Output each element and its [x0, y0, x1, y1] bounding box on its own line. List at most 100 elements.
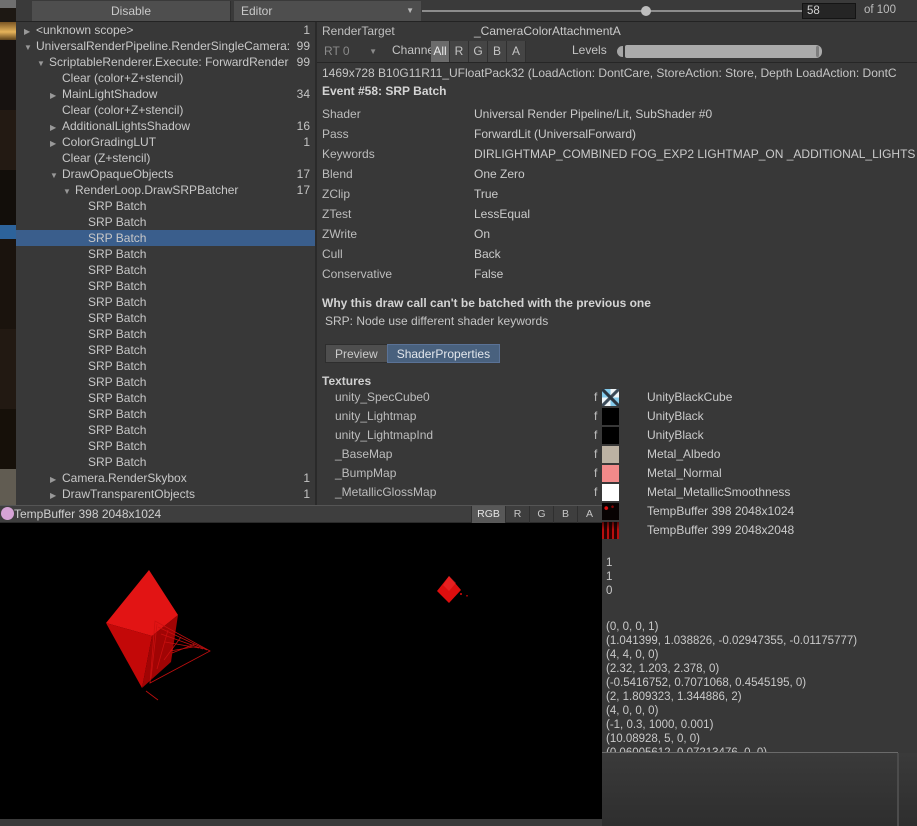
texture-property-name: _MetallicGlossMap	[335, 483, 436, 502]
tree-row[interactable]: SRP Batch	[16, 310, 315, 326]
texture-thumbnail[interactable]	[602, 427, 619, 444]
texture-row[interactable]: _BumpMap f Metal_Normal	[317, 464, 917, 483]
vector-value: (1.041399, 1.038826, -0.02947355, -0.011…	[606, 634, 857, 648]
tree-row-label: Clear (color+Z+stencil)	[62, 71, 183, 85]
tree-row[interactable]: SRP Batch	[16, 390, 315, 406]
tree-row[interactable]: SRP Batch	[16, 374, 315, 390]
detail-tab[interactable]: Preview	[325, 344, 387, 363]
texture-asset-name: UnityBlack	[647, 407, 704, 426]
tree-row[interactable]: SRP Batch	[16, 358, 315, 374]
tree-foldout-icon[interactable]: ▶	[50, 488, 62, 504]
tree-row[interactable]: SRP Batch	[16, 438, 315, 454]
channel-button[interactable]: B	[488, 41, 507, 62]
texture-row[interactable]: _MetallicGlossMap f Metal_MetallicSmooth…	[317, 483, 917, 502]
tree-row[interactable]: ▶<unknown scope> 1	[16, 22, 315, 38]
texture-row[interactable]: unity_LightmapInd f UnityBlack	[317, 426, 917, 445]
tree-row[interactable]: SRP Batch	[16, 214, 315, 230]
texture-thumbnail[interactable]	[602, 465, 619, 482]
tree-row[interactable]: SRP Batch	[16, 326, 315, 342]
tree-row-label: SRP Batch	[88, 343, 146, 357]
channel-button[interactable]: All	[431, 41, 450, 62]
levels-slider-min-handle[interactable]	[617, 46, 623, 57]
render-target-label: RenderTarget	[322, 22, 395, 40]
shader-state-value: False	[474, 264, 917, 284]
shadowmap-render	[0, 523, 602, 820]
background-scene-sliver	[0, 0, 16, 505]
tree-row[interactable]: SRP Batch	[16, 342, 315, 358]
texture-flag: f	[594, 483, 597, 502]
tree-row[interactable]: SRP Batch	[16, 422, 315, 438]
tree-row-label: RenderLoop.DrawSRPBatcher	[75, 183, 238, 197]
tree-row[interactable]: ▶ColorGradingLUT 1	[16, 134, 315, 150]
preview-channel-button[interactable]: RGB	[471, 506, 505, 523]
tree-row[interactable]: Clear (color+Z+stencil)	[16, 70, 315, 86]
editor-background-area	[602, 753, 917, 826]
tree-row[interactable]: SRP Batch	[16, 198, 315, 214]
preview-channel-button[interactable]: A	[577, 506, 601, 523]
shader-state-row: ZClip True	[317, 184, 917, 204]
preview-channel-button[interactable]: G	[529, 506, 553, 523]
texture-flag: f	[594, 445, 597, 464]
tree-row-label: SRP Batch	[88, 247, 146, 261]
tree-row-count: 34	[297, 86, 310, 102]
tree-row[interactable]: SRP Batch	[16, 406, 315, 422]
event-tree[interactable]: ▶<unknown scope> 1 ▼UniversalRenderPipel…	[16, 22, 315, 505]
frame-slider[interactable]	[422, 0, 812, 22]
tree-row[interactable]: SRP Batch	[16, 262, 315, 278]
frame-slider-track[interactable]	[422, 10, 812, 12]
event-title: Event #58: SRP Batch	[322, 84, 447, 98]
tree-row[interactable]: ▶AdditionalLightsShadow 16	[16, 118, 315, 134]
tree-row[interactable]: ▼DrawOpaqueObjects 17	[16, 166, 315, 182]
levels-slider[interactable]	[617, 45, 822, 58]
preview-channel-button[interactable]: R	[505, 506, 529, 523]
shadowmap-preview-canvas[interactable]	[0, 523, 602, 820]
tree-row[interactable]: SRP Batch	[16, 294, 315, 310]
vector-value: (-0.5416752, 0.7071068, 0.4545195, 0)	[606, 676, 857, 690]
tree-row[interactable]: ▼UniversalRenderPipeline.RenderSingleCam…	[16, 38, 315, 54]
tree-row[interactable]: SRP Batch	[16, 246, 315, 262]
channel-button[interactable]: G	[469, 41, 488, 62]
tree-row-label: DrawTransparentObjects	[62, 487, 195, 501]
texture-thumbnail[interactable]	[602, 503, 619, 520]
frame-slider-handle[interactable]	[641, 6, 651, 16]
tree-row[interactable]: ▼RenderLoop.DrawSRPBatcher 17	[16, 182, 315, 198]
levels-slider-range[interactable]	[625, 45, 822, 58]
texture-asset-name: TempBuffer 399 2048x2048	[647, 521, 794, 540]
tree-row[interactable]: SRP Batch	[16, 454, 315, 470]
tree-row[interactable]: ▶MainLightShadow 34	[16, 86, 315, 102]
shader-state-row: Keywords DIRLIGHTMAP_COMBINED FOG_EXP2 L…	[317, 144, 917, 164]
shadow-speckle	[466, 595, 468, 597]
tree-row[interactable]: SRP Batch	[16, 230, 315, 246]
tree-row[interactable]: ▼ScriptableRenderer.Execute: ForwardRend…	[16, 54, 315, 70]
texture-thumbnail[interactable]	[602, 446, 619, 463]
channel-button[interactable]: R	[450, 41, 469, 62]
tree-row[interactable]: Clear (color+Z+stencil)	[16, 102, 315, 118]
detail-tab[interactable]: ShaderProperties	[387, 344, 500, 363]
tree-row-label: SRP Batch	[88, 263, 146, 277]
float-value: 1	[606, 570, 612, 584]
texture-row[interactable]: unity_SpecCube0 f UnityBlackCube	[317, 388, 917, 407]
tree-row[interactable]: ▶Camera.RenderSkybox 1	[16, 470, 315, 486]
tree-row-label: Clear (Z+stencil)	[62, 151, 150, 165]
texture-thumbnail[interactable]	[602, 408, 619, 425]
texture-thumbnail[interactable]	[602, 484, 619, 501]
scrollbar-track[interactable]	[897, 753, 899, 826]
vector-value: (2, 1.809323, 1.344886, 2)	[606, 690, 857, 704]
tree-row[interactable]: ▶DrawTransparentObjects 1	[16, 486, 315, 502]
disable-button[interactable]: Disable	[32, 1, 231, 21]
texture-thumbnail[interactable]	[602, 389, 619, 406]
tree-row[interactable]: Clear (Z+stencil)	[16, 150, 315, 166]
texture-preview-header[interactable]: TempBuffer 398 2048x1024 RGB R G B A	[0, 506, 602, 523]
texture-asset-name: UnityBlack	[647, 426, 704, 445]
shadow-speckle	[460, 593, 462, 595]
frame-number-input[interactable]: 58	[802, 3, 856, 19]
preview-channel-button[interactable]: B	[553, 506, 577, 523]
editor-dropdown[interactable]: Editor ▼	[234, 1, 421, 21]
channel-button[interactable]: A	[507, 41, 526, 62]
texture-row[interactable]: unity_Lightmap f UnityBlack	[317, 407, 917, 426]
tree-row[interactable]: SRP Batch	[16, 278, 315, 294]
texture-row[interactable]: _BaseMap f Metal_Albedo	[317, 445, 917, 464]
rt-index-dropdown[interactable]: RT 0 ▼	[319, 41, 381, 61]
texture-thumbnail[interactable]	[602, 522, 619, 539]
vector-value: (4, 4, 0, 0)	[606, 648, 857, 662]
